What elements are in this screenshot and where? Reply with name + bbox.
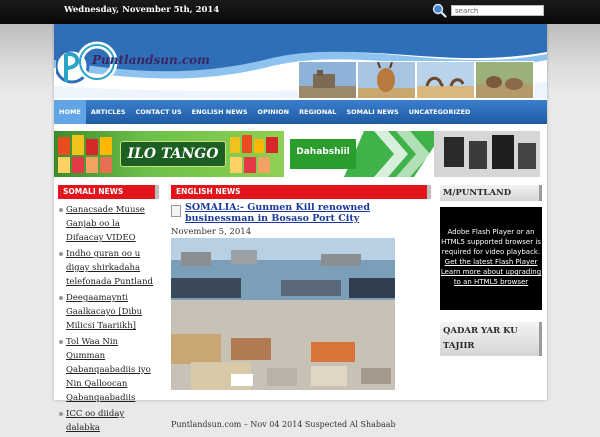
dahabshiil-logo: Dahabshiil [290, 139, 356, 169]
somali-news-item[interactable]: Indho guran oo u digay shirkadaha telefo… [58, 247, 159, 289]
ilotango-logo: ILO TANGO [120, 141, 226, 167]
qadar-yar-heading: QADAR YAR KU TAJIIR [440, 322, 542, 356]
english-news-heading: ENGLISH NEWS [171, 185, 431, 199]
somali-news-item[interactable]: Deegaamaynti Gaalkacayo [Dibu Milicsi Ta… [58, 291, 159, 333]
video-player[interactable]: Adobe Flash Player or an HTML5 supported… [440, 207, 542, 310]
nav-item-opinion[interactable]: OPINION [253, 100, 295, 124]
article-header: SOMALIA:- Gunmen Kill renowned businessm… [171, 202, 431, 224]
site-header: Puntlandsun.com [54, 24, 547, 98]
nav-item-english-news[interactable]: ENGLISH NEWS [187, 100, 253, 124]
top-bar: Wednesday, November 5th, 2014 [0, 0, 600, 24]
m-puntland-heading: M/PUNTLAND [440, 185, 542, 201]
sidebar-right: M/PUNTLAND Adobe Flash Player or an HTML… [440, 185, 542, 356]
search-input[interactable] [451, 5, 544, 16]
html5-upgrade-link[interactable]: Learn more about upgrading to an HTML5 b… [441, 268, 541, 286]
nav-item-articles[interactable]: ARTICLES [86, 100, 131, 124]
header-photo-fort [298, 61, 357, 98]
nav-item-uncategorized[interactable]: UNCATEGORIZED [404, 100, 476, 124]
page-container: Puntlandsun.com HOME ARTICLES CONTACT US EN… [54, 24, 547, 433]
dahabshiil-ad[interactable]: Dahabshiil [284, 131, 540, 177]
somali-news-list: Ganacsade Muuse Ganjab oo la Difaacay VI… [58, 203, 159, 435]
header-photo-gazelle [357, 61, 416, 98]
article-title-link[interactable]: SOMALIA:- Gunmen Kill renowned businessm… [185, 202, 431, 224]
english-news-column: ENGLISH NEWS SOMALIA:- Gunmen Kill renow… [171, 185, 431, 429]
article-photo-port[interactable] [171, 238, 395, 390]
article-date: November 5, 2014 [171, 227, 252, 237]
current-date: Wednesday, November 5th, 2014 [64, 5, 220, 15]
somali-news-item[interactable]: Tol Waa Nin Qumman Qabanqaabadiis iyo Ni… [58, 335, 159, 405]
search-icon[interactable] [432, 3, 447, 18]
main-nav: HOME ARTICLES CONTACT US ENGLISH NEWS OPINIO… [54, 100, 547, 124]
nav-item-regional[interactable]: REGIONAL [294, 100, 341, 124]
logo-text[interactable]: Puntlandsun.com [92, 53, 210, 67]
article-excerpt: Puntlandsun.com – Nov 04 2014 Suspected … [171, 420, 396, 429]
ad-banner[interactable]: ILO TANGO Dahabshiil [54, 131, 540, 177]
ilotango-ad[interactable]: ILO TANGO [54, 131, 284, 177]
get-flash-link[interactable]: Get the latest Flash Player [445, 258, 538, 266]
somali-news-column: SOMALI NEWS Ganacsade Muuse Ganjab oo la… [58, 185, 159, 437]
nav-item-somali-news[interactable]: SOMALI NEWS [341, 100, 403, 124]
nav-item-home[interactable]: HOME [54, 100, 86, 124]
nav-item-contact-us[interactable]: CONTACT US [131, 100, 187, 124]
flash-message: Adobe Flash Player or an HTML5 supported… [441, 228, 541, 256]
somali-news-item[interactable]: Ganacsade Muuse Ganjab oo la Difaacay VI… [58, 203, 159, 245]
somali-news-heading: SOMALI NEWS [58, 185, 159, 199]
header-photo-camels [416, 61, 475, 98]
article-icon [171, 205, 181, 217]
header-photo-animals [475, 61, 534, 98]
somali-news-item[interactable]: ICC oo diiday dalabka [58, 407, 159, 435]
